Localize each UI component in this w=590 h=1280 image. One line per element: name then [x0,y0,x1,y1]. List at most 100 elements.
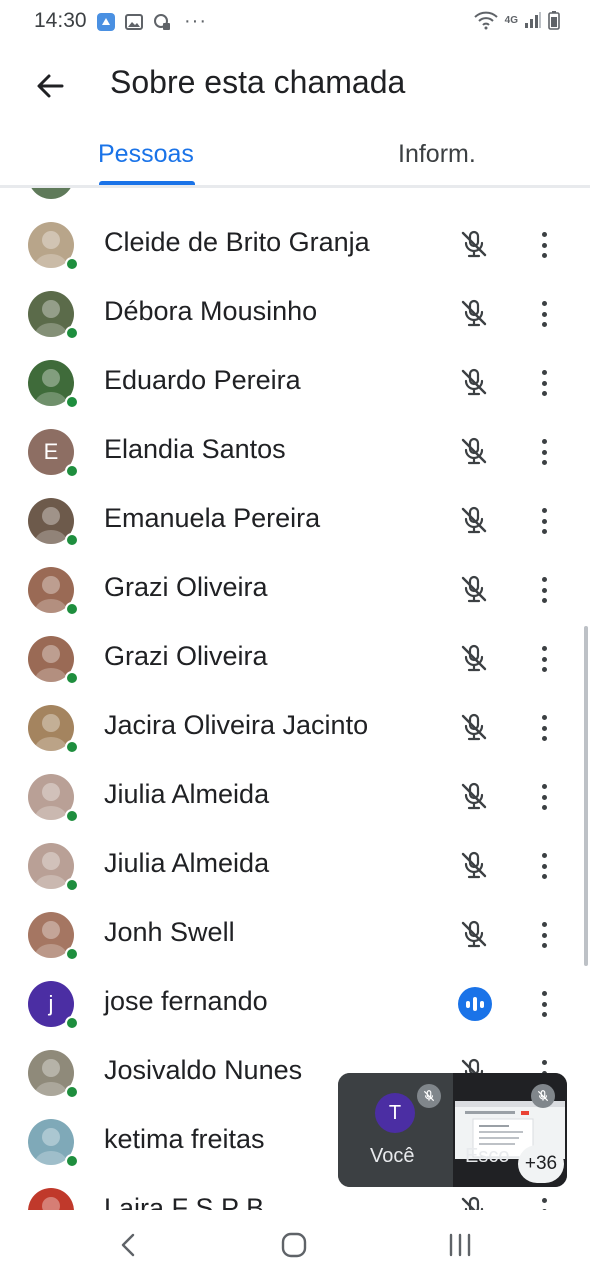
participant-name: Jacira Oliveira Jacinto [104,710,369,740]
presence-dot [65,1085,79,1099]
tab-people[interactable]: Pessoas [98,140,194,169]
avatar [28,1188,74,1210]
sync-notification-icon [154,13,170,30]
tab-info[interactable]: Inform. [398,140,476,169]
avatar [28,705,79,754]
mic-off-icon [461,506,487,534]
participant-name: Josivaldo Nunes [104,1055,303,1085]
more-options-icon[interactable] [531,437,557,467]
pip-self-tile[interactable]: T Você [338,1073,453,1187]
avatar [28,912,79,961]
presence-dot [65,809,79,823]
participant-list[interactable]: Cleide de Brito Granja Débora Mousinho Edu… [0,188,590,1210]
participant-row[interactable]: Jiulia Almeida [0,762,590,831]
presence-dot [65,602,79,616]
more-options-icon[interactable] [531,1196,557,1210]
participant-row[interactable]: Grazi Oliveira [0,624,590,693]
presence-dot [65,395,79,409]
participant-name: Emanuela Pereira [104,503,321,533]
pip-screen-tile[interactable]: Esco +36 [453,1073,567,1187]
nav-recents-icon[interactable] [445,1230,475,1260]
more-options-icon[interactable] [531,851,557,881]
presence-dot [65,533,79,547]
status-bar: 14:30 ··· 4G [0,0,590,44]
participant-name: Débora Mousinho [104,296,318,326]
participant-name: Grazi Oliveira [104,572,268,602]
more-options-icon[interactable] [531,230,557,260]
mic-off-icon [461,299,487,327]
back-arrow-icon[interactable] [30,66,70,106]
mic-off-icon [461,437,487,465]
participant-row[interactable]: Eduardo Pereira [0,348,590,417]
avatar [28,222,79,271]
more-options-icon[interactable] [531,299,557,329]
page-title: Sobre esta chamada [110,64,406,100]
participant-row[interactable]: Jacira Oliveira Jacinto [0,693,590,762]
mic-off-icon [461,713,487,741]
self-mic-off-icon [417,1084,441,1108]
wifi-icon [473,11,498,30]
presence-dot [65,1016,79,1030]
participant-row[interactable]: Jiulia Almeida [0,831,590,900]
app-notification-icon [97,12,115,31]
more-options-icon[interactable] [531,368,557,398]
participant-row[interactable]: Emanuela Pereira [0,486,590,555]
mic-off-icon [461,920,487,948]
more-participants-badge[interactable]: +36 [518,1145,564,1183]
more-options-icon[interactable] [531,506,557,536]
more-options-icon[interactable] [531,920,557,950]
avatar-photo [28,1188,74,1210]
more-options-icon[interactable] [531,713,557,743]
mic-off-icon [461,851,487,879]
more-options-icon[interactable] [531,644,557,674]
tab-bar: Pessoas Inform. [0,124,590,188]
self-label: Você [370,1145,415,1167]
network-type-label: 4G [504,14,518,26]
participant-row[interactable]: E Elandia Santos [0,417,590,486]
mic-off-icon [461,230,487,258]
mic-off-icon [461,368,487,396]
participant-name: Eduardo Pereira [104,365,301,395]
avatar [28,498,79,547]
image-notification-icon [125,13,143,30]
participant-row[interactable]: Jonh Swell [0,900,590,969]
avatar [28,1119,79,1168]
presence-dot [65,464,79,478]
participant-name: Elandia Santos [104,434,286,464]
more-options-icon[interactable] [531,989,557,1019]
scrollbar[interactable] [584,626,588,966]
participant-row[interactable]: Cleide de Brito Granja [0,210,590,279]
avatar [28,636,79,685]
system-icons: 4G [473,10,560,30]
avatar [28,291,79,340]
more-options-icon[interactable] [531,575,557,605]
presence-dot [65,671,79,685]
presence-dot [65,740,79,754]
participant-row-partial[interactable] [0,188,590,210]
status-time: 14:30 [34,9,87,32]
more-notifications-icon: ··· [184,10,207,32]
presence-dot [65,257,79,271]
participant-row[interactable]: Grazi Oliveira [0,555,590,624]
avatar [28,567,79,616]
more-options-icon[interactable] [531,782,557,812]
battery-icon [548,11,560,30]
avatar [28,843,79,892]
participant-name: ketima freitas [104,1124,265,1154]
participant-row[interactable]: Débora Mousinho [0,279,590,348]
avatar [28,1050,79,1099]
mic-off-icon [461,575,487,603]
nav-home-icon[interactable] [279,1230,309,1260]
participant-name: jose fernando [104,986,268,1016]
screen-mic-off-icon [531,1084,555,1108]
presence-dot [65,1154,79,1168]
participant-row[interactable]: j jose fernando [0,969,590,1038]
pip-window[interactable]: T Você Esco +36 [338,1073,567,1187]
avatar [28,360,79,409]
participant-name: Laira F S P B [104,1193,265,1210]
screen-tile-label: Esco [465,1145,510,1167]
presence-dot [65,878,79,892]
avatar: j [28,981,79,1030]
self-avatar: T [375,1093,415,1133]
nav-back-icon[interactable] [114,1230,144,1260]
